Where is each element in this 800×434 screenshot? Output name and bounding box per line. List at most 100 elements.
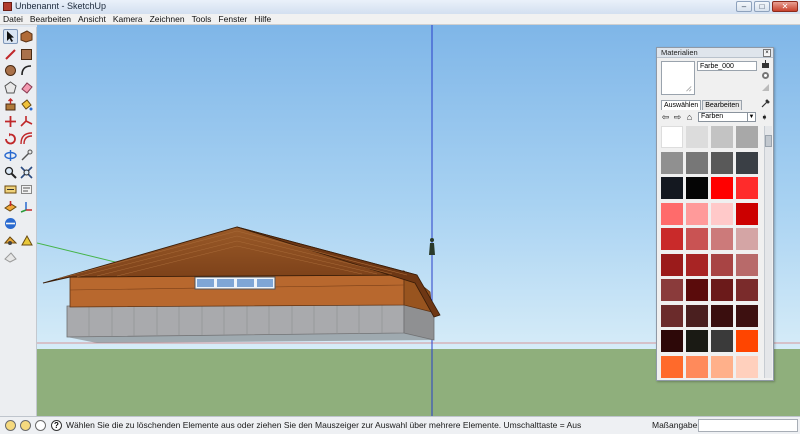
position-camera-tool-icon[interactable] xyxy=(19,233,34,248)
tape-measure-tool-icon[interactable] xyxy=(19,148,34,163)
paint-bucket-tool-icon[interactable] xyxy=(19,97,34,112)
follow-me-tool-icon[interactable] xyxy=(19,114,34,129)
color-swatch[interactable] xyxy=(736,279,758,301)
color-swatch[interactable] xyxy=(736,228,758,250)
minimize-button[interactable]: – xyxy=(736,1,752,12)
swatches-scrollbar[interactable] xyxy=(764,126,772,378)
menu-hilfe[interactable]: Hilfe xyxy=(254,14,271,24)
color-swatch[interactable] xyxy=(711,279,733,301)
tab-bearbeiten[interactable]: Bearbeiten xyxy=(702,100,743,110)
walk-tool-icon[interactable] xyxy=(3,216,18,231)
menu-datei[interactable]: Datei xyxy=(3,14,23,24)
color-swatch[interactable] xyxy=(736,304,758,327)
color-swatch[interactable] xyxy=(711,253,733,276)
color-swatch[interactable] xyxy=(711,228,733,250)
color-swatch[interactable] xyxy=(686,202,708,225)
text-tool-icon[interactable] xyxy=(19,182,34,197)
color-swatch[interactable] xyxy=(711,177,733,199)
tab-auswaehlen[interactable]: Auswählen xyxy=(661,100,702,110)
line-tool-icon[interactable] xyxy=(3,47,18,62)
color-swatch[interactable] xyxy=(661,202,683,225)
color-swatch[interactable] xyxy=(736,202,758,225)
color-swatch[interactable] xyxy=(661,126,683,148)
menu-fenster[interactable]: Fenster xyxy=(218,14,247,24)
section-plane-tool-icon[interactable] xyxy=(3,199,18,214)
color-swatch[interactable] xyxy=(661,330,683,352)
color-swatch[interactable] xyxy=(661,253,683,276)
rotate-tool-icon[interactable] xyxy=(3,131,18,146)
library-select[interactable]: Farben ▼ xyxy=(698,112,756,122)
color-swatch[interactable] xyxy=(661,304,683,327)
sandbox-tool-icon[interactable] xyxy=(3,249,18,264)
sample-paint-icon[interactable] xyxy=(761,83,770,92)
color-swatch[interactable] xyxy=(736,355,758,378)
menu-bearbeiten[interactable]: Bearbeiten xyxy=(30,14,71,24)
color-swatch[interactable] xyxy=(661,279,683,301)
color-swatch[interactable] xyxy=(686,253,708,276)
default-material-icon[interactable] xyxy=(761,71,770,80)
color-swatch[interactable] xyxy=(686,126,708,148)
color-swatch[interactable] xyxy=(736,330,758,352)
color-swatch[interactable] xyxy=(661,151,683,174)
zoom-extents-tool-icon[interactable] xyxy=(19,165,34,180)
panel-close-icon[interactable]: × xyxy=(763,49,771,57)
move-tool-icon[interactable] xyxy=(3,114,18,129)
menu-ansicht[interactable]: Ansicht xyxy=(78,14,106,24)
color-swatch[interactable] xyxy=(711,330,733,352)
scrollbar-thumb[interactable] xyxy=(765,135,772,147)
sketchup-app-icon[interactable] xyxy=(3,2,12,11)
color-swatch[interactable] xyxy=(711,126,733,148)
color-swatch[interactable] xyxy=(686,330,708,352)
close-button[interactable]: ✕ xyxy=(772,1,798,12)
orbit-tool-icon[interactable] xyxy=(3,148,18,163)
select-tool-icon[interactable] xyxy=(3,29,18,44)
color-swatch[interactable] xyxy=(711,202,733,225)
color-swatch[interactable] xyxy=(711,151,733,174)
materials-panel-header[interactable]: Materialien × xyxy=(657,48,773,58)
color-swatch[interactable] xyxy=(686,177,708,199)
menu-kamera[interactable]: Kamera xyxy=(113,14,143,24)
color-swatch[interactable] xyxy=(686,279,708,301)
color-swatch[interactable] xyxy=(661,228,683,250)
home-icon[interactable]: ⌂ xyxy=(685,112,694,122)
axes-tool-icon[interactable] xyxy=(19,199,34,214)
zoom-tool-icon[interactable] xyxy=(3,165,18,180)
menu-zeichnen[interactable]: Zeichnen xyxy=(150,14,185,24)
make-component-tool-icon[interactable] xyxy=(19,29,34,44)
color-swatch[interactable] xyxy=(736,126,758,148)
help-icon[interactable]: ? xyxy=(51,420,62,431)
offset-tool-icon[interactable] xyxy=(19,131,34,146)
create-material-icon[interactable] xyxy=(761,60,770,69)
menu-tools[interactable]: Tools xyxy=(192,14,212,24)
materials-panel-title: Materialien xyxy=(661,48,698,57)
color-swatch[interactable] xyxy=(736,177,758,199)
push-pull-tool-icon[interactable] xyxy=(3,97,18,112)
look-around-tool-icon[interactable] xyxy=(3,233,18,248)
eyedropper-icon[interactable] xyxy=(761,99,770,108)
material-name-field[interactable]: Farbe_000 xyxy=(697,61,757,71)
color-swatch[interactable] xyxy=(686,304,708,327)
arc-tool-icon[interactable] xyxy=(19,63,34,78)
color-swatch[interactable] xyxy=(736,253,758,276)
color-swatch[interactable] xyxy=(661,355,683,378)
maximize-button[interactable]: □ xyxy=(754,1,770,12)
rectangle-tool-icon[interactable] xyxy=(19,47,34,62)
details-arrow-icon[interactable]: ➧ xyxy=(760,112,769,122)
color-swatch[interactable] xyxy=(686,151,708,174)
user-icon[interactable] xyxy=(35,420,46,431)
color-swatch[interactable] xyxy=(711,304,733,327)
credits-icon[interactable] xyxy=(20,420,31,431)
color-swatch[interactable] xyxy=(736,151,758,174)
color-swatch[interactable] xyxy=(686,355,708,378)
dimension-tool-icon[interactable] xyxy=(3,182,18,197)
color-swatch[interactable] xyxy=(661,177,683,199)
color-swatch[interactable] xyxy=(711,355,733,378)
polygon-tool-icon[interactable] xyxy=(3,80,18,95)
circle-tool-icon[interactable] xyxy=(3,63,18,78)
forward-arrow-icon[interactable]: ⇨ xyxy=(673,112,682,122)
color-swatch[interactable] xyxy=(686,228,708,250)
eraser-tool-icon[interactable] xyxy=(19,80,34,95)
measurements-field[interactable] xyxy=(698,419,798,432)
geo-location-icon[interactable] xyxy=(5,420,16,431)
back-arrow-icon[interactable]: ⇦ xyxy=(661,112,670,122)
